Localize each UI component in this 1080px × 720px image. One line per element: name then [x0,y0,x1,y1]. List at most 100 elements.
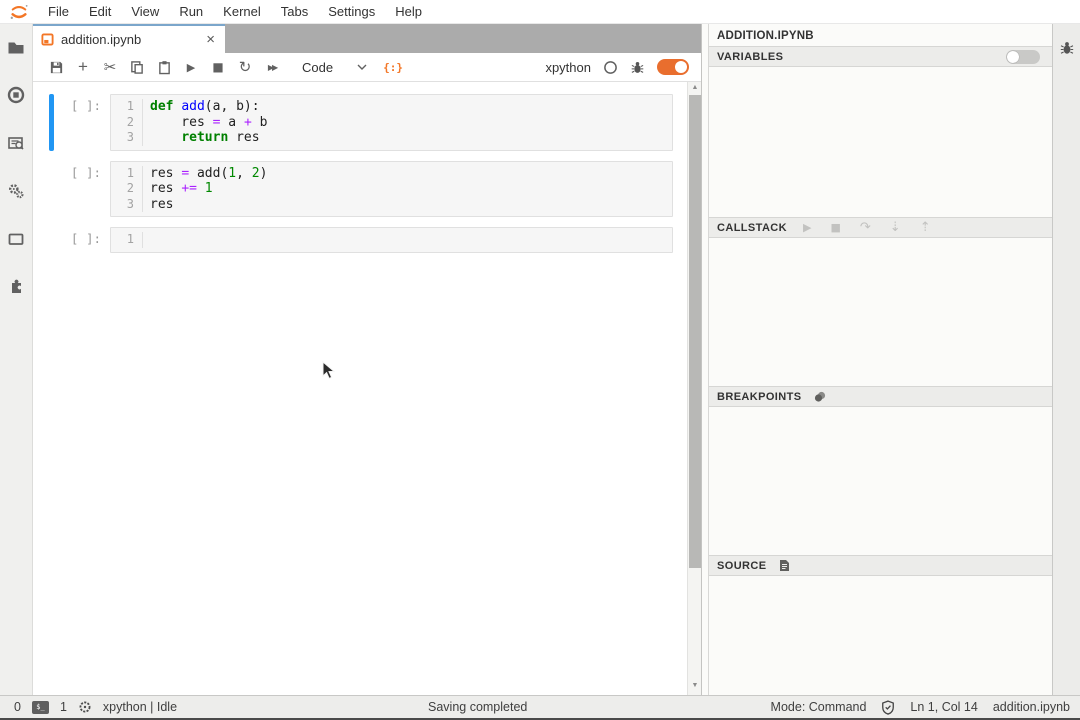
code-line-text[interactable]: res = add(1, 2) [143,166,267,182]
menu-kernel[interactable]: Kernel [213,0,271,23]
copy-cells-button[interactable] [126,56,148,78]
scrollbar-up-icon[interactable]: ▲ [688,84,701,91]
save-button[interactable] [45,56,67,78]
menu-settings[interactable]: Settings [318,0,385,23]
step-over-icon[interactable]: ↷ [860,220,871,235]
notebook-area[interactable]: [ ]:1def add(a, b):2 res = a + b3 return… [33,82,701,695]
left-sidebar [0,24,33,695]
add-cell-button[interactable]: + [72,56,94,78]
notebook-scrollbar[interactable]: ▲ ▼ [687,82,701,695]
notebook-toolbar: + ✂ ▶ ■ ↻ ▶▶ Code {:} [33,53,701,82]
menubar: File Edit View Run Kernel Tabs Settings … [0,0,1080,24]
menu-help[interactable]: Help [385,0,432,23]
callstack-label: CALLSTACK [717,222,787,234]
step-in-icon[interactable]: ⇣ [890,220,901,235]
source-section-header[interactable]: SOURCE [709,555,1052,576]
property-inspector-icon[interactable] [7,134,25,152]
continue-icon[interactable]: ▶ [803,221,811,234]
variables-label: VARIABLES [717,51,783,63]
menu-view[interactable]: View [121,0,169,23]
json-braces-icon[interactable]: {:} [383,61,403,74]
run-cell-button[interactable]: ▶ [180,56,202,78]
terminals-count[interactable]: 0 [14,700,21,714]
cell-prompt: [ ]: [54,227,110,253]
source-file-icon [778,559,790,572]
tab-addition-ipynb[interactable]: addition.ipynb × [33,24,225,53]
cut-cells-button[interactable]: ✂ [99,56,121,78]
cell-type-dropdown[interactable]: Code [296,58,373,77]
main-content: addition.ipynb × + ✂ ▶ ■ ↻ [33,24,701,695]
code-line-text[interactable]: return res [143,130,260,146]
status-message: Saving completed [428,696,527,718]
breakpoints-icon [813,391,827,403]
variables-section-header[interactable]: VARIABLES [709,46,1052,67]
breakpoints-content [709,407,1052,555]
code-line-text[interactable]: res = a + b [143,115,267,131]
source-content [709,576,1052,695]
debugger-tab-bug-icon[interactable] [1059,40,1075,56]
kernel-status-icon[interactable] [603,60,618,75]
notebook-cell[interactable]: [ ]:1def add(a, b):2 res = a + b3 return… [49,94,673,151]
tab-bar: addition.ipynb × [33,24,701,53]
panel-splitter[interactable] [701,24,708,695]
debugger-panel: ADDITION.IPYNB VARIABLES CALLSTACK ▶ ■ ↷… [708,24,1052,695]
cell-type-value: Code [302,60,333,75]
cursor-position[interactable]: Ln 1, Col 14 [910,700,977,714]
menu-run[interactable]: Run [169,0,213,23]
terminal-icon: $_ [32,701,49,714]
line-number[interactable]: 3 [111,197,143,213]
variables-view-toggle[interactable] [1006,50,1040,64]
notebook-mode[interactable]: Mode: Command [771,700,867,714]
debugger-toggle-knob [675,61,687,73]
statusbar-filename: addition.ipynb [993,700,1070,714]
debugger-panel-title: ADDITION.IPYNB [709,24,1052,46]
open-tabs-icon[interactable] [7,230,25,248]
scrollbar-thumb[interactable] [689,95,701,568]
cell-editor[interactable]: 1res = add(1, 2)2res += 13res [110,161,673,218]
code-line-text[interactable]: res += 1 [143,181,213,197]
interrupt-kernel-button[interactable]: ■ [207,56,229,78]
kernels-count[interactable]: 1 [60,700,67,714]
callstack-content [709,238,1052,386]
notebook-cell[interactable]: [ ]:1res = add(1, 2)2res += 13res [49,161,673,218]
bug-icon[interactable] [630,60,645,75]
statusbar: 0 $_ 1 xpython | Idle Saving completed M… [0,695,1080,718]
paste-cells-button[interactable] [153,56,175,78]
callstack-section-header[interactable]: CALLSTACK ▶ ■ ↷ ⇣ ⇡ [709,217,1052,238]
menu-edit[interactable]: Edit [79,0,121,23]
line-number[interactable]: 1 [111,166,143,182]
debugger-toggle[interactable] [657,59,689,75]
scrollbar-down-icon[interactable]: ▼ [688,682,701,689]
breakpoints-label: BREAKPOINTS [717,391,801,403]
cell-editor[interactable]: 1def add(a, b):2 res = a + b3 return res [110,94,673,151]
step-out-icon[interactable]: ⇡ [920,220,931,235]
kernel-name-button[interactable]: xpython [545,60,591,75]
cell-editor[interactable]: 1 [110,227,673,253]
variables-toggle-knob [1007,51,1019,63]
cell-prompt: [ ]: [54,161,110,218]
jupyter-logo-icon [8,2,30,22]
restart-kernel-button[interactable]: ↻ [234,56,256,78]
line-number[interactable]: 2 [111,115,143,131]
tab-close-icon[interactable]: × [204,32,217,47]
restart-run-all-button[interactable]: ▶▶ [261,56,283,78]
line-number[interactable]: 1 [111,232,143,248]
extensions-gears-icon[interactable] [7,182,25,200]
code-line-text[interactable]: res [143,197,173,213]
file-browser-icon[interactable] [7,38,25,56]
code-line-text[interactable]: def add(a, b): [143,99,260,115]
running-sessions-icon[interactable] [7,86,25,104]
line-number[interactable]: 1 [111,99,143,115]
breakpoints-section-header[interactable]: BREAKPOINTS [709,386,1052,407]
extension-manager-puzzle-icon[interactable] [7,278,25,296]
terminate-icon[interactable]: ■ [830,221,840,234]
menu-file[interactable]: File [38,0,79,23]
line-number[interactable]: 2 [111,181,143,197]
code-line-text[interactable] [143,232,158,248]
right-sidebar-strip [1052,24,1080,695]
line-number[interactable]: 3 [111,130,143,146]
kernel-status-text[interactable]: xpython | Idle [103,700,177,714]
notebook-cell[interactable]: [ ]:1 [49,227,673,253]
trust-shield-icon[interactable] [881,700,895,715]
menu-tabs[interactable]: Tabs [271,0,318,23]
